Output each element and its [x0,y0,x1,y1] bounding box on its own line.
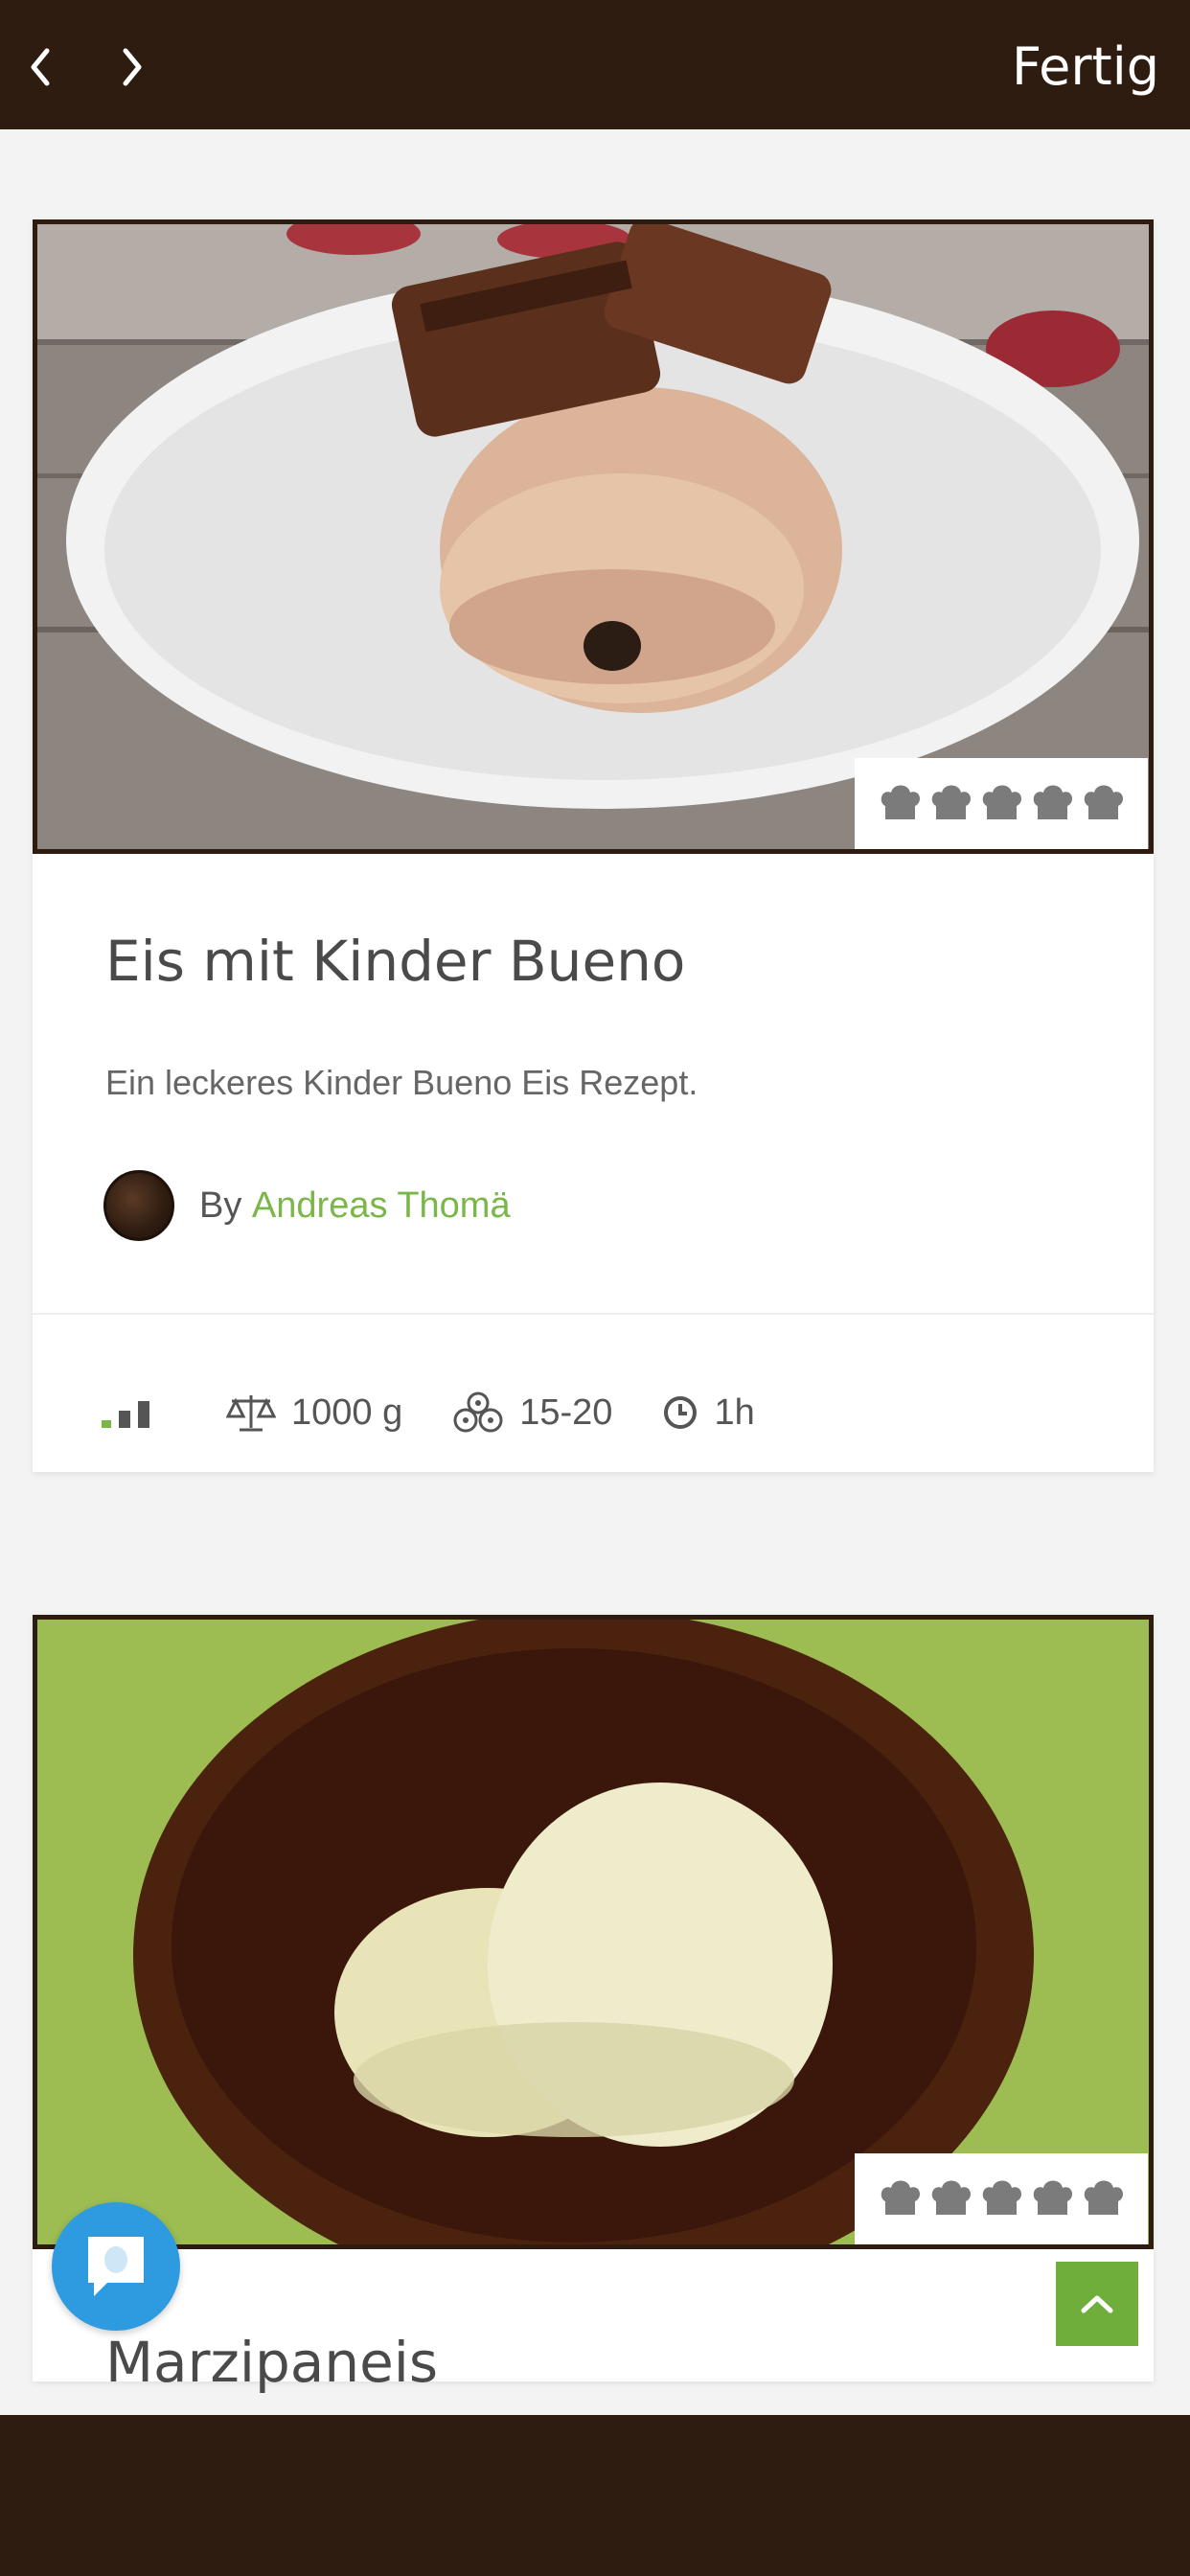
by-label: By [199,1184,242,1226]
clock-icon [664,1396,698,1429]
author-avatar[interactable] [103,1170,174,1241]
done-button[interactable]: Fertig [1012,36,1159,97]
chat-bubble-icon [88,2237,144,2296]
marzipan-ice-cream-image [37,1620,1149,2244]
servings: 15-20 [452,1392,612,1434]
chef-hat-icon [881,2180,920,2215]
recipe-card[interactable]: Eis mit Kinder Bueno Ein leckeres Kinder… [33,219,1154,1472]
chef-hat-icon [982,785,1021,819]
divider [33,1313,1154,1315]
author-link[interactable]: Andreas Thomä [252,1185,511,1227]
chef-hat-icon [881,785,920,819]
ice-cream-kinder-bueno-image [37,224,1149,849]
chef-hat-icon [1033,2180,1072,2215]
chef-hat-icon [1033,785,1072,819]
difficulty-bars-icon [102,1401,149,1428]
weight: 1000 g [226,1392,402,1434]
back-button[interactable] [11,38,69,96]
recipe-title[interactable]: Marzipaneis [105,2330,438,2395]
recipe-description: Ein leckeres Kinder Bueno Eis Rezept. [105,1063,698,1102]
scale-icon [226,1395,276,1432]
chevron-left-icon [31,48,50,86]
recipe-title[interactable]: Eis mit Kinder Bueno [105,929,685,994]
chef-hat-icon [1084,2180,1123,2215]
scroll-top-button[interactable] [1056,2262,1138,2346]
difficulty [102,1397,176,1428]
time-value: 1h [714,1392,755,1433]
chat-button[interactable] [52,2202,180,2331]
top-bar: Fertig [0,0,1190,129]
chef-hat-icon [1084,785,1123,819]
rating-hats [855,758,1148,849]
weight-value: 1000 g [291,1392,403,1433]
bottom-bar [0,2415,1190,2576]
chevron-up-icon [1081,2295,1113,2313]
forward-button[interactable] [103,38,161,96]
recipe-author: By Andreas Thomä [103,1170,511,1241]
recipe-meta: 1000 g 15-20 1h [102,1389,805,1437]
time: 1h [662,1392,755,1434]
chef-hat-icon [931,2180,971,2215]
chef-hat-icon [931,785,971,819]
cookies-icon [453,1392,503,1433]
chef-hat-icon [982,2180,1021,2215]
servings-value: 15-20 [519,1392,613,1433]
rating-hats [855,2153,1148,2244]
recipe-card[interactable]: Marzipaneis [33,1615,1154,2395]
chevron-right-icon [123,48,142,86]
